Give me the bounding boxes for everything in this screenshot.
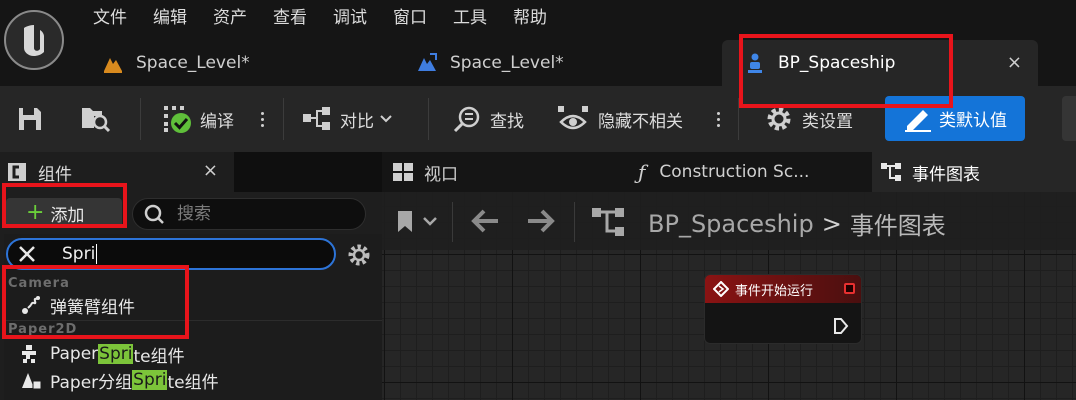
level-icon — [102, 52, 124, 74]
event-diamond-icon — [713, 281, 729, 297]
toolbar-overflow-button[interactable] — [1062, 96, 1076, 141]
menu-asset[interactable]: 资产 — [200, 4, 260, 32]
compile-success-icon — [164, 106, 191, 133]
compile-button[interactable]: 编译 — [162, 86, 234, 152]
gear-icon — [767, 107, 791, 131]
menu-tools[interactable]: 工具 — [440, 4, 500, 32]
back-arrow-icon[interactable] — [470, 208, 500, 234]
menu-file[interactable]: 文件 — [80, 4, 140, 32]
menu-item-paper-sprite-component[interactable]: Paper Spri te组件 — [20, 341, 185, 367]
spring-arm-icon — [22, 296, 40, 314]
components-panel-header: 组件 × — [0, 152, 234, 192]
search-input[interactable] — [177, 204, 357, 224]
add-component-button[interactable]: + 添加 — [6, 198, 122, 228]
menu-debug[interactable]: 调试 — [320, 4, 380, 32]
exec-output-pin-icon[interactable] — [833, 317, 849, 335]
node-header: 事件开始运行 — [705, 275, 861, 303]
breadcrumb-separator: > — [821, 209, 842, 238]
tab-space-level-2[interactable]: Space_Level* — [416, 40, 564, 86]
tab-space-level-1[interactable]: Space_Level* — [102, 40, 250, 86]
compile-options-icon[interactable] — [257, 86, 267, 152]
document-tabs: Space_Level* Space_Level* BP_Spaceship × — [80, 40, 1076, 86]
breadcrumb-current: 事件图表 — [849, 212, 946, 240]
function-icon: ƒ — [638, 160, 646, 184]
tab-bp-spaceship[interactable]: BP_Spaceship × — [722, 40, 1038, 86]
find-icon — [453, 106, 480, 133]
save-button[interactable] — [16, 86, 44, 152]
hide-unrelated-icon — [558, 106, 588, 130]
event-graph-icon — [881, 163, 901, 181]
graph-options-icon[interactable] — [713, 86, 723, 152]
component-search[interactable] — [132, 198, 366, 230]
blueprint-actor-icon — [744, 52, 766, 74]
paper-grouped-sprite-icon — [22, 373, 42, 390]
class-settings-button[interactable]: 类设置 — [764, 86, 853, 152]
graph-type-icon — [592, 208, 624, 236]
bookmark-dropdown-icon[interactable] — [396, 208, 442, 236]
tab-viewport[interactable]: 视口 — [392, 152, 458, 192]
hide-unrelated-button[interactable]: 隐藏不相关 — [556, 86, 683, 152]
save-icon — [19, 108, 41, 130]
diff-button[interactable]: 对比 — [302, 86, 394, 152]
plus-icon: + — [26, 200, 45, 225]
menu-item-paper-grouped-sprite-component[interactable]: Paper分组 Spri te组件 — [20, 367, 219, 393]
clear-filter-icon[interactable] — [16, 243, 38, 265]
category-camera: Camera — [8, 276, 70, 291]
delegate-pin-icon[interactable] — [844, 283, 855, 294]
unreal-logo-icon[interactable] — [4, 10, 64, 70]
edit-defaults-icon — [905, 109, 931, 132]
viewport-icon — [393, 163, 413, 181]
title-bar: 文件 编辑 资产 查看 调试 窗口 工具 帮助 Space_Level* Spa… — [0, 0, 1076, 86]
close-tab-icon[interactable]: × — [1007, 52, 1022, 73]
event-begin-play-node[interactable]: 事件开始运行 — [704, 274, 862, 344]
level-blue-icon — [416, 52, 438, 74]
menu-item-spring-arm-component[interactable]: 弹簧臂组件 — [20, 292, 135, 318]
menu-edit[interactable]: 编辑 — [140, 4, 200, 32]
diff-icon — [303, 107, 330, 130]
close-panel-icon[interactable]: × — [203, 160, 218, 181]
menu-view[interactable]: 查看 — [260, 4, 320, 32]
menu-bar: 文件 编辑 资产 查看 调试 窗口 工具 帮助 — [80, 4, 560, 32]
components-icon — [8, 163, 26, 181]
menu-help[interactable]: 帮助 — [500, 4, 560, 32]
tab-construction-script[interactable]: ƒ Construction Sc... — [638, 152, 809, 192]
search-icon — [144, 204, 164, 224]
filter-settings-gear-icon[interactable] — [346, 242, 372, 268]
breadcrumb: BP_Spaceship > 事件图表 — [648, 206, 946, 241]
menu-window[interactable]: 窗口 — [380, 4, 440, 32]
paper-sprite-icon — [22, 345, 36, 363]
category-paper2d: Paper2D — [8, 322, 78, 337]
class-defaults-button[interactable]: 类默认值 — [885, 96, 1025, 141]
chevron-down-icon — [380, 115, 392, 123]
editor-tabs: 视口 ƒ Construction Sc... 事件图表 — [382, 152, 1076, 192]
component-filter-input[interactable]: Spri — [6, 238, 336, 270]
tab-event-graph[interactable]: 事件图表 — [872, 152, 1076, 192]
node-title: 事件开始运行 — [735, 283, 814, 299]
breadcrumb-root[interactable]: BP_Spaceship — [648, 210, 814, 238]
browse-button[interactable] — [80, 86, 112, 152]
find-button[interactable]: 查找 — [452, 86, 524, 152]
folder-search-icon — [82, 108, 111, 133]
forward-arrow-icon[interactable] — [526, 208, 556, 234]
